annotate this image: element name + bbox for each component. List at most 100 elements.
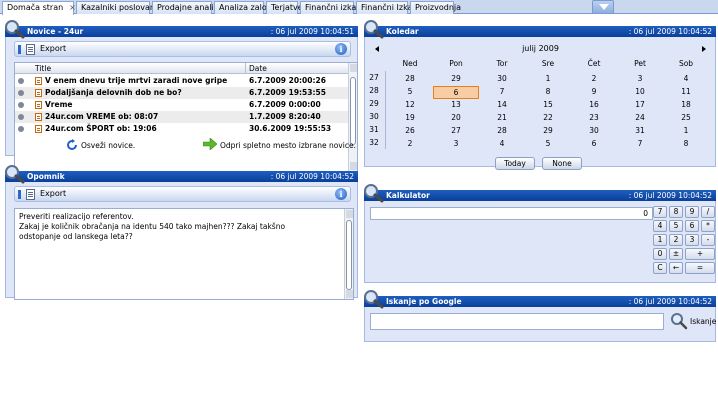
calendar-day[interactable]: 13 — [433, 99, 479, 110]
news-scrollbar[interactable] — [348, 63, 357, 171]
calendar-day[interactable]: 17 — [617, 99, 663, 110]
table-row[interactable]: 24ur.com VREME ob: 08:07 1.7.2009 8:20:40 — [15, 111, 350, 123]
table-row[interactable]: 24ur.com ŠPORT ob: 19:06 30.6.2009 19:55:… — [15, 123, 350, 135]
calendar-day-selected[interactable]: 6 — [433, 86, 479, 99]
arrow-right-icon[interactable] — [203, 138, 217, 150]
calculator-key[interactable]: 9 — [685, 206, 699, 218]
calendar-day[interactable]: 7 — [617, 138, 663, 149]
tab-analiza-zalog[interactable]: Analiza zalog — [214, 1, 272, 14]
expand-icon[interactable] — [18, 102, 24, 108]
open-news-site-button[interactable]: Odpri spletno mesto izbrane novice. — [220, 141, 356, 150]
calendar-day[interactable]: 11 — [663, 86, 709, 97]
tab-menu-button[interactable] — [592, 0, 614, 14]
scroll-thumb[interactable] — [346, 220, 352, 290]
tab-terjatve[interactable]: Terjatve — [266, 1, 303, 14]
calendar-day[interactable]: 2 — [571, 73, 617, 84]
column-divider[interactable] — [245, 63, 246, 74]
search-button[interactable]: Iskanje — [690, 317, 716, 326]
calculator-key[interactable]: 8 — [669, 206, 683, 218]
none-button[interactable]: None — [542, 157, 582, 170]
close-icon[interactable]: × — [69, 3, 76, 12]
calendar-day[interactable]: 18 — [663, 99, 709, 110]
calendar-day[interactable]: 25 — [663, 112, 709, 123]
calendar-day[interactable]: 3 — [433, 138, 479, 149]
tab-financni-izkazi[interactable]: Finančni izkazi — [300, 1, 363, 14]
column-header-title[interactable]: Title — [35, 64, 51, 73]
calendar-day[interactable]: 27 — [433, 125, 479, 136]
calendar-day[interactable]: 8 — [525, 86, 571, 97]
notes-textarea[interactable]: Preveriti realizacijo referentov. Zakaj … — [14, 208, 354, 300]
notes-scrollbar[interactable] — [344, 209, 353, 299]
calculator-key[interactable]: 2 — [669, 234, 683, 246]
scroll-down-icon[interactable] — [350, 162, 357, 170]
calendar-day[interactable]: 20 — [433, 112, 479, 123]
table-row[interactable]: Podaljšanja delovnih dob ne bo? 6.7.2009 … — [15, 87, 350, 99]
calendar-day[interactable]: 29 — [525, 125, 571, 136]
calculator-key[interactable]: 1 — [653, 234, 667, 246]
calendar-day[interactable]: 23 — [571, 112, 617, 123]
export-icon[interactable] — [26, 189, 36, 200]
calculator-key[interactable]: / — [701, 206, 715, 218]
tab-proizvodnja[interactable]: Proizvodnja — [410, 1, 461, 14]
calculator-key[interactable]: * — [701, 220, 715, 232]
scroll-thumb[interactable] — [350, 77, 356, 145]
calendar-day[interactable]: 30 — [571, 125, 617, 136]
calculator-key[interactable]: 5 — [669, 220, 683, 232]
calendar-day[interactable]: 19 — [387, 112, 433, 123]
calendar-day[interactable]: 8 — [663, 138, 709, 149]
calculator-key[interactable]: ± — [669, 248, 683, 260]
calendar-day[interactable]: 21 — [479, 112, 525, 123]
expand-icon[interactable] — [18, 78, 24, 84]
calendar-day[interactable]: 2 — [387, 138, 433, 149]
tab-financni-izkazi-2[interactable]: Finančni Izkazi — [356, 1, 419, 14]
column-header-date[interactable]: Date — [249, 64, 267, 73]
export-button[interactable]: Export — [40, 44, 66, 53]
calendar-day[interactable]: 29 — [433, 73, 479, 84]
calculator-key[interactable]: = — [685, 262, 715, 274]
calculator-key[interactable]: - — [701, 234, 715, 246]
today-button[interactable]: Today — [495, 157, 535, 170]
calendar-day[interactable]: 6 — [571, 138, 617, 149]
calendar-day[interactable]: 14 — [479, 99, 525, 110]
calendar-day[interactable]: 22 — [525, 112, 571, 123]
calendar-day[interactable]: 7 — [479, 86, 525, 97]
scroll-down-icon[interactable] — [346, 290, 353, 298]
calendar-day[interactable]: 4 — [479, 138, 525, 149]
calendar-day[interactable]: 4 — [663, 73, 709, 84]
calendar-day[interactable]: 15 — [525, 99, 571, 110]
scroll-up-icon[interactable] — [346, 210, 353, 218]
calendar-day[interactable]: 24 — [617, 112, 663, 123]
next-month-icon[interactable] — [702, 46, 706, 52]
calculator-key[interactable]: 4 — [653, 220, 667, 232]
calendar-day[interactable]: 28 — [387, 73, 433, 84]
calculator-key[interactable]: C — [653, 262, 667, 274]
calculator-key[interactable]: 7 — [653, 206, 667, 218]
table-row[interactable]: V enem dnevu trije mrtvi zaradi nove gri… — [15, 75, 350, 87]
info-icon[interactable]: i — [335, 188, 347, 200]
tab-domaca-stran[interactable]: Domača stran × — [2, 1, 76, 15]
refresh-icon[interactable] — [66, 139, 78, 151]
calculator-key[interactable]: 6 — [685, 220, 699, 232]
calendar-day[interactable]: 12 — [387, 99, 433, 110]
calendar-day[interactable]: 9 — [571, 86, 617, 97]
export-icon[interactable] — [26, 44, 36, 55]
calendar-day[interactable]: 1 — [663, 125, 709, 136]
calendar-day[interactable]: 28 — [479, 125, 525, 136]
toolbar-handle[interactable] — [18, 190, 21, 199]
tab-kazalniki-poslovanja[interactable]: Kazalniki poslovanja — [76, 1, 162, 14]
search-icon[interactable] — [670, 312, 688, 330]
calendar-day[interactable]: 26 — [387, 125, 433, 136]
expand-icon[interactable] — [18, 90, 24, 96]
calendar-day[interactable]: 1 — [525, 73, 571, 84]
calculator-key[interactable]: ← — [669, 262, 683, 274]
table-row[interactable]: Vreme 6.7.2009 0:00:00 — [15, 99, 350, 111]
info-icon[interactable]: i — [335, 43, 347, 55]
calendar-day[interactable]: 30 — [479, 73, 525, 84]
calendar-day[interactable]: 5 — [387, 86, 433, 97]
calendar-day[interactable]: 31 — [617, 125, 663, 136]
toolbar-handle[interactable] — [18, 45, 21, 54]
refresh-news-button[interactable]: Osveži novice. — [81, 141, 135, 150]
calculator-key[interactable]: 3 — [685, 234, 699, 246]
scroll-up-icon[interactable] — [350, 64, 357, 72]
calendar-day[interactable]: 16 — [571, 99, 617, 110]
